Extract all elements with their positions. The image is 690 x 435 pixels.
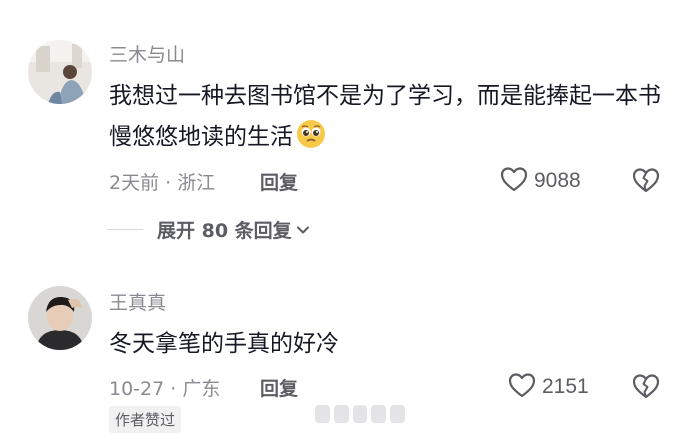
- like-count: 9088: [534, 169, 581, 192]
- comment-time-location: 10-27 · 广东: [109, 378, 221, 400]
- heart-outline-icon: [500, 166, 528, 196]
- divider-line: [107, 229, 143, 230]
- dislike-button[interactable]: [632, 167, 660, 197]
- avatar[interactable]: [28, 286, 92, 350]
- like-count: 2151: [542, 375, 589, 398]
- heart-outline-icon: [508, 372, 536, 402]
- comment-text: 冬天拿笔的手真的好冷: [109, 324, 669, 365]
- expand-replies-button[interactable]: 展开 80 条回复: [107, 216, 310, 243]
- reply-button[interactable]: 回复: [260, 168, 298, 195]
- author-liked-badge: 作者赞过: [109, 406, 182, 433]
- comment-time-location: 2天前 · 浙江: [109, 172, 216, 194]
- comment-text: 我想过一种去图书馆不是为了学习，而是能捧起一本书慢悠悠地读的生活: [109, 76, 669, 164]
- pleading-face-emoji: [295, 118, 327, 164]
- chevron-down-icon: [296, 223, 310, 237]
- like-button[interactable]: 2151: [508, 372, 589, 402]
- broken-heart-icon: [632, 374, 660, 403]
- comment-text-content: 我想过一种去图书馆不是为了学习，而是能捧起一本书慢悠悠地读的生活: [109, 83, 661, 150]
- username[interactable]: 王真真: [109, 288, 166, 315]
- watermark: [315, 405, 405, 423]
- reply-button[interactable]: 回复: [260, 374, 298, 401]
- dislike-button[interactable]: [632, 373, 660, 403]
- comment-text-content: 冬天拿笔的手真的好冷: [109, 331, 339, 357]
- like-button[interactable]: 9088: [500, 166, 581, 196]
- avatar[interactable]: [28, 40, 92, 104]
- username[interactable]: 三木与山: [109, 40, 185, 67]
- broken-heart-icon: [632, 168, 660, 197]
- expand-replies-label: 展开 80 条回复: [157, 220, 292, 242]
